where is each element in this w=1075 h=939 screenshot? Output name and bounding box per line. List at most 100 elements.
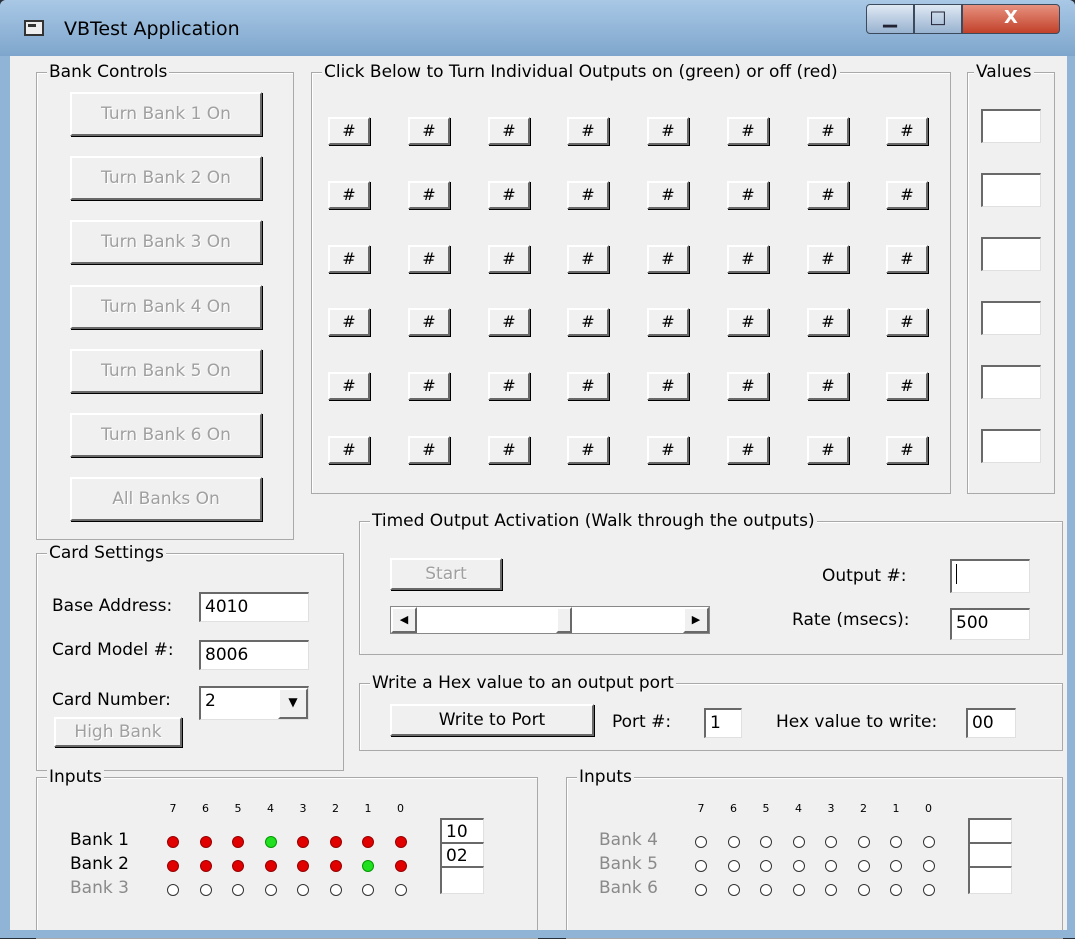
input-led-green: [362, 860, 374, 872]
bank-button-6[interactable]: Turn Bank 6 On: [70, 413, 262, 457]
card-number-select[interactable]: 2 ▼: [199, 686, 309, 720]
output-button-r1-c8[interactable]: #: [886, 117, 928, 145]
hex-value-field[interactable]: 00: [966, 708, 1016, 738]
input-led-empty: [695, 860, 707, 872]
output-button-r3-c4[interactable]: #: [567, 245, 609, 273]
output-number-field[interactable]: [950, 559, 1030, 593]
output-button-r3-c2[interactable]: #: [408, 245, 450, 273]
output-button-r6-c3[interactable]: #: [488, 436, 530, 464]
output-button-r1-c4[interactable]: #: [567, 117, 609, 145]
scroll-right-icon[interactable]: ▶: [683, 607, 709, 633]
port-field[interactable]: 1: [704, 708, 742, 738]
bank-button-1[interactable]: Turn Bank 1 On: [70, 92, 262, 136]
input-led-empty: [922, 884, 935, 896]
output-button-r3-c6[interactable]: #: [727, 245, 769, 273]
output-button-r4-c2[interactable]: #: [408, 308, 450, 336]
output-button-r5-c8[interactable]: #: [886, 372, 928, 400]
output-button-r3-c3[interactable]: #: [488, 245, 530, 273]
output-button-r4-c3[interactable]: #: [488, 308, 530, 336]
output-button-r6-c8[interactable]: #: [886, 436, 928, 464]
output-button-r2-c2[interactable]: #: [408, 181, 450, 209]
minimize-button[interactable]: ▁: [866, 4, 914, 34]
card-number-value: 2: [205, 691, 216, 711]
card-model-field[interactable]: 8006: [199, 640, 309, 670]
value-field-4[interactable]: [981, 301, 1041, 335]
input-led-empty: [922, 836, 935, 848]
output-button-r6-c4[interactable]: #: [567, 436, 609, 464]
output-button-r1-c3[interactable]: #: [488, 117, 530, 145]
output-button-r4-c4[interactable]: #: [567, 308, 609, 336]
start-button[interactable]: Start: [390, 558, 502, 590]
output-scrollbar[interactable]: ◀ ▶: [390, 606, 710, 634]
output-button-r1-c2[interactable]: #: [408, 117, 450, 145]
close-button[interactable]: X: [962, 4, 1060, 34]
output-button-r2-c7[interactable]: #: [807, 181, 849, 209]
output-button-r2-c4[interactable]: #: [567, 181, 609, 209]
application-icon[interactable]: [24, 20, 44, 36]
dropdown-arrow-icon[interactable]: ▼: [278, 688, 308, 719]
output-button-r1-c5[interactable]: #: [647, 117, 689, 145]
base-address-label: Base Address:: [52, 596, 173, 616]
output-button-r3-c5[interactable]: #: [647, 245, 689, 273]
output-button-r1-c7[interactable]: #: [807, 117, 849, 145]
write-to-port-button[interactable]: Write to Port: [390, 704, 594, 736]
output-button-r1-c1[interactable]: #: [328, 117, 370, 145]
output-button-r4-c6[interactable]: #: [727, 308, 769, 336]
input-led-red: [394, 836, 407, 848]
output-button-r6-c1[interactable]: #: [328, 436, 370, 464]
output-button-r4-c1[interactable]: #: [328, 308, 370, 336]
value-field-6[interactable]: [981, 429, 1041, 463]
output-button-r6-c5[interactable]: #: [647, 436, 689, 464]
bit-number-7: 7: [169, 802, 177, 815]
title-bar[interactable]: VBTest Application ▁ □ X: [0, 0, 1075, 56]
maximize-button[interactable]: □: [914, 4, 962, 34]
output-button-r3-c7[interactable]: #: [807, 245, 849, 273]
bank-button-3[interactable]: Turn Bank 3 On: [70, 220, 262, 264]
bank-button-7[interactable]: All Banks On: [70, 477, 262, 521]
input-led-empty: [890, 836, 902, 848]
output-button-r5-c1[interactable]: #: [328, 372, 370, 400]
output-button-r3-c1[interactable]: #: [328, 245, 370, 273]
output-button-r2-c5[interactable]: #: [647, 181, 689, 209]
inputs-left-label: Inputs: [47, 766, 104, 788]
scroll-thumb[interactable]: [555, 607, 572, 633]
output-button-r5-c7[interactable]: #: [807, 372, 849, 400]
output-button-r1-c6[interactable]: #: [727, 117, 769, 145]
output-button-r2-c1[interactable]: #: [328, 181, 370, 209]
value-field-5[interactable]: [981, 365, 1041, 399]
output-button-r6-c6[interactable]: #: [727, 436, 769, 464]
bank-value-field[interactable]: [968, 866, 1012, 894]
output-button-r4-c5[interactable]: #: [647, 308, 689, 336]
value-field-3[interactable]: [981, 237, 1041, 271]
output-button-r3-c8[interactable]: #: [886, 245, 928, 273]
output-button-r5-c5[interactable]: #: [647, 372, 689, 400]
bank-button-label: All Banks On: [112, 489, 220, 509]
scroll-left-icon[interactable]: ◀: [391, 607, 417, 633]
bank-button-2[interactable]: Turn Bank 2 On: [70, 156, 262, 200]
value-field-2[interactable]: [981, 173, 1041, 207]
output-button-r2-c3[interactable]: #: [488, 181, 530, 209]
output-button-r6-c7[interactable]: #: [807, 436, 849, 464]
rate-field[interactable]: 500: [950, 608, 1030, 640]
values-label: Values: [974, 61, 1034, 83]
bank-button-5[interactable]: Turn Bank 5 On: [70, 349, 262, 393]
base-address-field[interactable]: 4010: [199, 592, 309, 622]
bank-value-field[interactable]: [440, 866, 484, 894]
output-button-r5-c6[interactable]: #: [727, 372, 769, 400]
input-led-empty: [760, 860, 772, 872]
output-button-r2-c6[interactable]: #: [727, 181, 769, 209]
output-button-r6-c2[interactable]: #: [408, 436, 450, 464]
high-bank-button[interactable]: High Bank: [54, 717, 182, 747]
input-led-empty: [199, 884, 212, 896]
value-field-1[interactable]: [981, 109, 1041, 143]
output-button-r2-c8[interactable]: #: [886, 181, 928, 209]
bank-button-label: Turn Bank 2 On: [101, 168, 231, 188]
bank-button-4[interactable]: Turn Bank 4 On: [70, 285, 262, 329]
input-led-empty: [362, 884, 374, 896]
bank-row-label: Bank 4: [599, 830, 658, 850]
output-button-r4-c7[interactable]: #: [807, 308, 849, 336]
output-button-r5-c3[interactable]: #: [488, 372, 530, 400]
output-button-r5-c2[interactable]: #: [408, 372, 450, 400]
output-button-r4-c8[interactable]: #: [886, 308, 928, 336]
output-button-r5-c4[interactable]: #: [567, 372, 609, 400]
